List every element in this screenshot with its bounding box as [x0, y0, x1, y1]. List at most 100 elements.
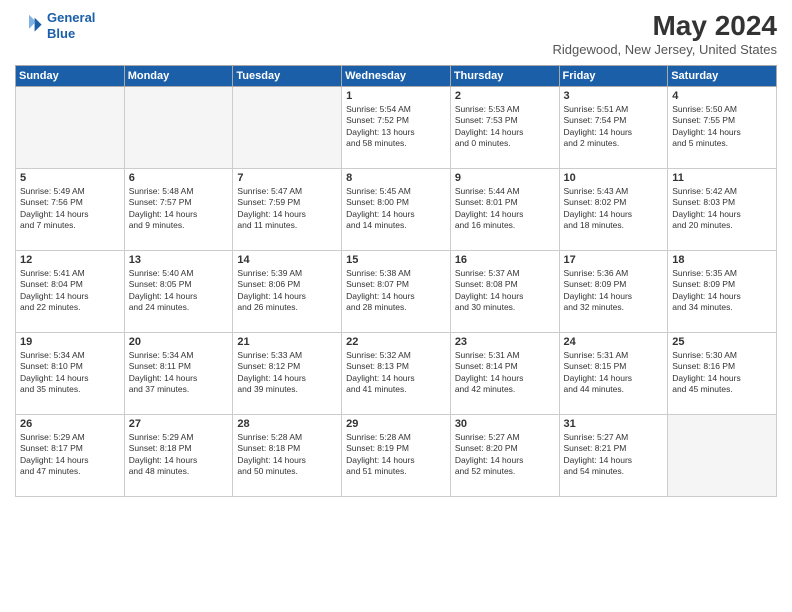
- cell-content: Sunrise: 5:34 AM Sunset: 8:10 PM Dayligh…: [20, 350, 120, 396]
- weekday-header-sunday: Sunday: [16, 66, 125, 87]
- cell-content: Sunrise: 5:29 AM Sunset: 8:18 PM Dayligh…: [129, 432, 229, 478]
- weekday-header-monday: Monday: [124, 66, 233, 87]
- calendar-cell: 17Sunrise: 5:36 AM Sunset: 8:09 PM Dayli…: [559, 251, 668, 333]
- calendar-cell: 22Sunrise: 5:32 AM Sunset: 8:13 PM Dayli…: [342, 333, 451, 415]
- day-number: 2: [455, 90, 555, 102]
- day-number: 8: [346, 172, 446, 184]
- calendar-cell: 13Sunrise: 5:40 AM Sunset: 8:05 PM Dayli…: [124, 251, 233, 333]
- calendar-week-0: 1 Sunrise: 5:54 AM Sunset: 7:52 PM Daylig…: [16, 87, 777, 169]
- calendar-cell: 12 Sunrise: 5:41 AM Sunset: 8:04 PM Dayli…: [16, 251, 125, 333]
- day-number: 17: [564, 254, 664, 266]
- calendar-week-3: 19 Sunrise: 5:34 AM Sunset: 8:10 PM Dayli…: [16, 333, 777, 415]
- logo: General Blue: [15, 10, 95, 41]
- calendar-cell: 28 Sunrise: 5:28 AM Sunset: 8:18 PM Dayli…: [233, 415, 342, 497]
- day-number: 10: [564, 172, 664, 184]
- day-number: 26: [20, 418, 120, 430]
- day-number: 16: [455, 254, 555, 266]
- day-number: 15: [346, 254, 446, 266]
- cell-content: Sunrise: 5:35 AM Sunset: 8:09 PM Dayligh…: [672, 268, 772, 314]
- cell-content: Sunrise: 5:37 AM Sunset: 8:08 PM Dayligh…: [455, 268, 555, 314]
- weekday-header-row: SundayMondayTuesdayWednesdayThursdayFrid…: [16, 66, 777, 87]
- location: Ridgewood, New Jersey, United States: [553, 42, 777, 57]
- day-number: 5: [20, 172, 120, 184]
- cell-content: Sunrise: 5:30 AM Sunset: 8:16 PM Dayligh…: [672, 350, 772, 396]
- day-number: 3: [564, 90, 664, 102]
- logo-icon: [15, 12, 43, 40]
- cell-content: Sunrise: 5:39 AM Sunset: 8:06 PM Dayligh…: [237, 268, 337, 314]
- logo-line1: General: [47, 10, 95, 25]
- day-number: 31: [564, 418, 664, 430]
- logo-line2: Blue: [47, 26, 75, 41]
- day-number: 25: [672, 336, 772, 348]
- cell-content: Sunrise: 5:31 AM Sunset: 8:14 PM Dayligh…: [455, 350, 555, 396]
- cell-content: Sunrise: 5:51 AM Sunset: 7:54 PM Dayligh…: [564, 104, 664, 150]
- weekday-header-tuesday: Tuesday: [233, 66, 342, 87]
- day-number: 18: [672, 254, 772, 266]
- cell-content: Sunrise: 5:49 AM Sunset: 7:56 PM Dayligh…: [20, 186, 120, 232]
- day-number: 29: [346, 418, 446, 430]
- calendar-cell: 16 Sunrise: 5:37 AM Sunset: 8:08 PM Dayli…: [450, 251, 559, 333]
- calendar-cell: 29 Sunrise: 5:28 AM Sunset: 8:19 PM Dayli…: [342, 415, 451, 497]
- calendar-cell: 5 Sunrise: 5:49 AM Sunset: 7:56 PM Daylig…: [16, 169, 125, 251]
- calendar-cell: 31Sunrise: 5:27 AM Sunset: 8:21 PM Dayli…: [559, 415, 668, 497]
- calendar-week-1: 5 Sunrise: 5:49 AM Sunset: 7:56 PM Daylig…: [16, 169, 777, 251]
- day-number: 13: [129, 254, 229, 266]
- calendar-cell: 15Sunrise: 5:38 AM Sunset: 8:07 PM Dayli…: [342, 251, 451, 333]
- calendar-week-2: 12 Sunrise: 5:41 AM Sunset: 8:04 PM Dayli…: [16, 251, 777, 333]
- month-title: May 2024: [553, 10, 777, 42]
- day-number: 23: [455, 336, 555, 348]
- header: General Blue May 2024 Ridgewood, New Jer…: [15, 10, 777, 57]
- day-number: 22: [346, 336, 446, 348]
- weekday-header-thursday: Thursday: [450, 66, 559, 87]
- calendar-cell: [233, 87, 342, 169]
- day-number: 12: [20, 254, 120, 266]
- logo-text: General Blue: [47, 10, 95, 41]
- calendar-cell: 30Sunrise: 5:27 AM Sunset: 8:20 PM Dayli…: [450, 415, 559, 497]
- cell-content: Sunrise: 5:45 AM Sunset: 8:00 PM Dayligh…: [346, 186, 446, 232]
- weekday-header-friday: Friday: [559, 66, 668, 87]
- cell-content: Sunrise: 5:43 AM Sunset: 8:02 PM Dayligh…: [564, 186, 664, 232]
- weekday-header-wednesday: Wednesday: [342, 66, 451, 87]
- day-number: 19: [20, 336, 120, 348]
- calendar-cell: 4 Sunrise: 5:50 AM Sunset: 7:55 PM Daylig…: [668, 87, 777, 169]
- day-number: 1: [346, 90, 446, 102]
- cell-content: Sunrise: 5:31 AM Sunset: 8:15 PM Dayligh…: [564, 350, 664, 396]
- cell-content: Sunrise: 5:48 AM Sunset: 7:57 PM Dayligh…: [129, 186, 229, 232]
- calendar-cell: 1 Sunrise: 5:54 AM Sunset: 7:52 PM Daylig…: [342, 87, 451, 169]
- day-number: 14: [237, 254, 337, 266]
- calendar-cell: 3 Sunrise: 5:51 AM Sunset: 7:54 PM Daylig…: [559, 87, 668, 169]
- calendar-cell: 18 Sunrise: 5:35 AM Sunset: 8:09 PM Dayli…: [668, 251, 777, 333]
- calendar-cell: 11 Sunrise: 5:42 AM Sunset: 8:03 PM Dayli…: [668, 169, 777, 251]
- calendar-cell: 7Sunrise: 5:47 AM Sunset: 7:59 PM Daylig…: [233, 169, 342, 251]
- day-number: 4: [672, 90, 772, 102]
- day-number: 6: [129, 172, 229, 184]
- cell-content: Sunrise: 5:28 AM Sunset: 8:19 PM Dayligh…: [346, 432, 446, 478]
- cell-content: Sunrise: 5:34 AM Sunset: 8:11 PM Dayligh…: [129, 350, 229, 396]
- title-block: May 2024 Ridgewood, New Jersey, United S…: [553, 10, 777, 57]
- calendar-cell: 26 Sunrise: 5:29 AM Sunset: 8:17 PM Dayli…: [16, 415, 125, 497]
- weekday-header-saturday: Saturday: [668, 66, 777, 87]
- calendar-cell: 23 Sunrise: 5:31 AM Sunset: 8:14 PM Dayli…: [450, 333, 559, 415]
- calendar-cell: 21Sunrise: 5:33 AM Sunset: 8:12 PM Dayli…: [233, 333, 342, 415]
- calendar-cell: [124, 87, 233, 169]
- calendar-cell: [668, 415, 777, 497]
- day-number: 24: [564, 336, 664, 348]
- day-number: 11: [672, 172, 772, 184]
- cell-content: Sunrise: 5:44 AM Sunset: 8:01 PM Dayligh…: [455, 186, 555, 232]
- day-number: 20: [129, 336, 229, 348]
- calendar-table: SundayMondayTuesdayWednesdayThursdayFrid…: [15, 65, 777, 497]
- calendar-cell: 20 Sunrise: 5:34 AM Sunset: 8:11 PM Dayli…: [124, 333, 233, 415]
- cell-content: Sunrise: 5:50 AM Sunset: 7:55 PM Dayligh…: [672, 104, 772, 150]
- calendar-cell: 6 Sunrise: 5:48 AM Sunset: 7:57 PM Daylig…: [124, 169, 233, 251]
- calendar-cell: 25 Sunrise: 5:30 AM Sunset: 8:16 PM Dayli…: [668, 333, 777, 415]
- cell-content: Sunrise: 5:42 AM Sunset: 8:03 PM Dayligh…: [672, 186, 772, 232]
- day-number: 28: [237, 418, 337, 430]
- day-number: 7: [237, 172, 337, 184]
- cell-content: Sunrise: 5:28 AM Sunset: 8:18 PM Dayligh…: [237, 432, 337, 478]
- calendar-cell: 27Sunrise: 5:29 AM Sunset: 8:18 PM Dayli…: [124, 415, 233, 497]
- cell-content: Sunrise: 5:41 AM Sunset: 8:04 PM Dayligh…: [20, 268, 120, 314]
- cell-content: Sunrise: 5:54 AM Sunset: 7:52 PM Dayligh…: [346, 104, 446, 150]
- cell-content: Sunrise: 5:33 AM Sunset: 8:12 PM Dayligh…: [237, 350, 337, 396]
- cell-content: Sunrise: 5:29 AM Sunset: 8:17 PM Dayligh…: [20, 432, 120, 478]
- calendar-cell: 19 Sunrise: 5:34 AM Sunset: 8:10 PM Dayli…: [16, 333, 125, 415]
